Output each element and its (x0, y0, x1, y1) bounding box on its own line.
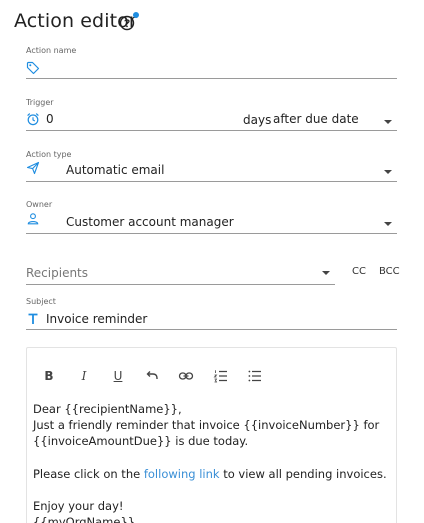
action-name-label: Action name (26, 46, 77, 55)
trigger-underline (26, 130, 397, 131)
trigger-label: Trigger (26, 98, 54, 107)
email-body-line: {{myOrgName}} (33, 515, 136, 523)
underline-icon[interactable]: U (110, 368, 126, 384)
email-body-line: Dear {{recipientName}}, (33, 402, 182, 416)
bullet-list-icon[interactable] (247, 368, 263, 384)
chevron-down-icon[interactable] (384, 170, 392, 174)
chevron-down-icon[interactable] (384, 120, 392, 124)
owner-underline (26, 233, 397, 234)
ordered-list-icon[interactable] (213, 368, 229, 384)
email-body-text: Please click on the (33, 467, 144, 481)
cc-button[interactable]: CC (352, 266, 366, 277)
notification-dot (133, 12, 139, 18)
text-icon (28, 313, 38, 324)
chevron-down-icon[interactable] (322, 271, 330, 275)
send-icon (26, 161, 40, 175)
recipients-underline (26, 284, 335, 285)
bcc-button[interactable]: BCC (379, 266, 400, 277)
email-body-line: Just a friendly reminder that invoice {{… (33, 418, 380, 432)
trigger-days-input[interactable]: 0 (46, 112, 54, 126)
action-name-underline (26, 78, 397, 79)
owner-label: Owner (26, 200, 53, 209)
following-link[interactable]: following link (144, 467, 220, 481)
tag-icon (26, 61, 40, 75)
owner-select[interactable]: Customer account manager (66, 215, 234, 229)
chevron-down-icon[interactable] (384, 222, 392, 226)
question-circle-icon[interactable] (119, 15, 135, 31)
subject-label: Subject (26, 297, 56, 306)
person-icon (27, 213, 39, 225)
bold-icon[interactable]: B (41, 368, 57, 384)
email-body-text: to view all pending invoices. (219, 467, 387, 481)
trigger-unit-label: days (243, 113, 272, 127)
italic-icon[interactable]: I (76, 368, 92, 384)
email-body-line: Enjoy your day! (33, 499, 124, 513)
trigger-condition-select[interactable]: after due date (273, 112, 359, 126)
alarm-clock-icon (27, 113, 39, 126)
email-body-line: {{invoiceAmountDue}} is due today. (33, 434, 249, 448)
subject-input[interactable]: Invoice reminder (46, 312, 147, 326)
action-type-label: Action type (26, 150, 72, 159)
recipients-input[interactable]: Recipients (26, 266, 88, 280)
link-icon[interactable] (178, 368, 194, 384)
action-type-select[interactable]: Automatic email (66, 163, 164, 177)
subject-underline (26, 329, 397, 330)
undo-icon[interactable] (144, 368, 160, 384)
action-type-underline (26, 181, 397, 182)
email-body-line: Please click on the following link to vi… (33, 467, 387, 481)
